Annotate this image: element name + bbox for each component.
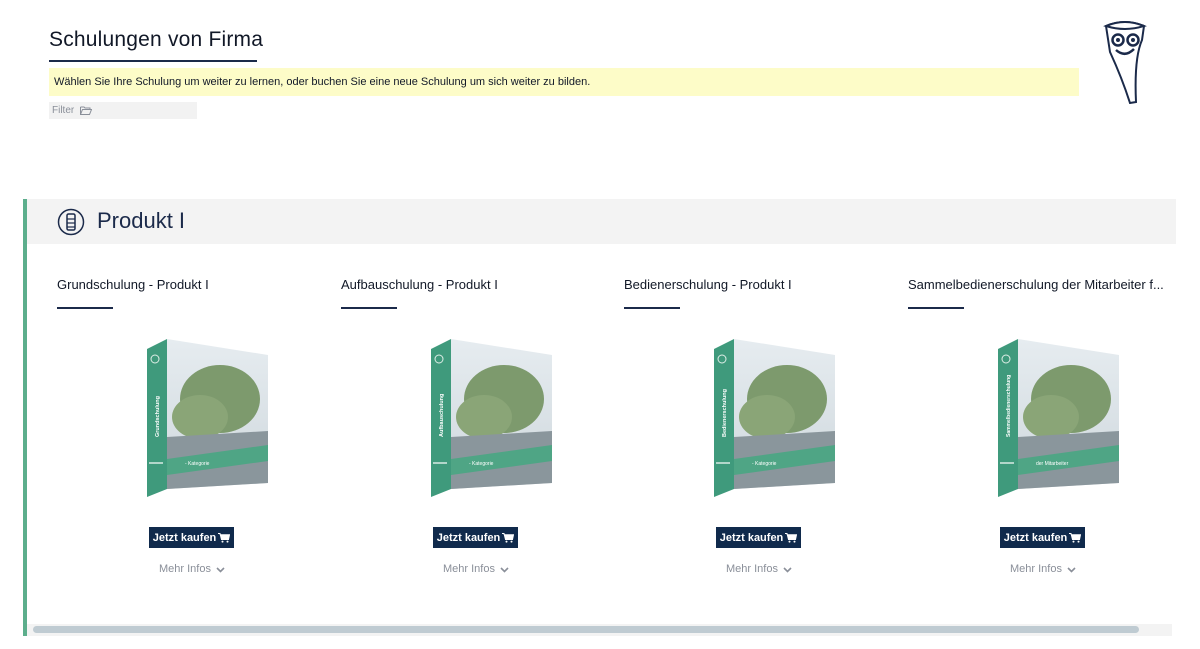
more-info-label: Mehr Infos [442, 563, 495, 575]
course-title-underline [624, 307, 680, 309]
course-box-image[interactable]: Aufbauschulung - Kategorie [429, 337, 554, 499]
info-banner: Wählen Sie Ihre Schulung um weiter zu le… [49, 68, 1079, 96]
course-box-image[interactable]: Sammelbedienerschulung der Mitarbeiter [996, 337, 1121, 499]
filter-button[interactable]: Filter [49, 102, 197, 119]
course-card: Bedienerschulung - Produkt I Bedienersch… [624, 277, 894, 597]
course-title[interactable]: Grundschulung - Produkt I [57, 277, 327, 292]
course-box-band: - Kategorie [752, 461, 777, 467]
course-card: Grundschulung - Produkt I Grundschulung … [57, 277, 327, 597]
more-info-toggle[interactable]: Mehr Infos [624, 563, 894, 575]
buy-button[interactable]: Jetzt kaufen [1000, 527, 1085, 548]
more-info-toggle[interactable]: Mehr Infos [341, 563, 611, 575]
course-title-underline [908, 307, 964, 309]
course-box-band: - Kategorie [185, 461, 210, 467]
course-box-image[interactable]: Bedienerschulung - Kategorie [712, 337, 837, 499]
course-box-band: der Mitarbeiter [1036, 461, 1069, 467]
section-title: Produkt I [97, 208, 186, 233]
more-info-label: Mehr Infos [1009, 563, 1062, 575]
shopping-cart-icon [1069, 532, 1082, 543]
folder-open-icon [80, 106, 93, 115]
buy-button-label: Jetzt kaufen [719, 531, 784, 544]
scrollbar-thumb[interactable] [33, 626, 1139, 633]
course-title[interactable]: Sammelbedienerschulung der Mitarbeiter f… [908, 277, 1178, 292]
chevron-down-icon [500, 567, 509, 573]
buy-button-label: Jetzt kaufen [1003, 531, 1068, 544]
chevron-down-icon [216, 567, 225, 573]
more-info-label: Mehr Infos [158, 563, 211, 575]
section-header: Produkt I [27, 199, 1176, 244]
more-info-toggle[interactable]: Mehr Infos [908, 563, 1178, 575]
buy-button[interactable]: Jetzt kaufen [433, 527, 518, 548]
product-icon [57, 208, 85, 236]
title-underline [49, 60, 257, 62]
shopping-cart-icon [785, 532, 798, 543]
filter-label: Filter [52, 105, 75, 116]
buy-button[interactable]: Jetzt kaufen [716, 527, 801, 548]
more-info-label: Mehr Infos [725, 563, 778, 575]
mascot-logo [1103, 21, 1147, 104]
chevron-down-icon [1067, 567, 1076, 573]
more-info-toggle[interactable]: Mehr Infos [57, 563, 327, 575]
course-box-band: - Kategorie [469, 461, 494, 467]
course-box-image[interactable]: Grundschulung - Kategorie [145, 337, 270, 499]
shopping-cart-icon [502, 532, 515, 543]
buy-button[interactable]: Jetzt kaufen [149, 527, 234, 548]
page-title: Schulungen von Firma [49, 28, 264, 51]
course-box-label: Aufbauschulung [439, 394, 445, 437]
course-box-label: Grundschulung [155, 396, 161, 437]
course-title[interactable]: Aufbauschulung - Produkt I [341, 277, 611, 292]
course-title-underline [57, 307, 113, 309]
buy-button-label: Jetzt kaufen [152, 531, 217, 544]
course-box-label: Bedienerschulung [722, 389, 728, 437]
course-card: Aufbauschulung - Produkt I Aufbauschulun… [341, 277, 611, 597]
product-section: Produkt I Grundschulung - Produkt I Grun… [23, 199, 1176, 636]
horizontal-scrollbar[interactable] [27, 624, 1172, 636]
buy-button-label: Jetzt kaufen [436, 531, 501, 544]
course-title-underline [341, 307, 397, 309]
course-card: Sammelbedienerschulung der Mitarbeiter f… [908, 277, 1178, 597]
course-title[interactable]: Bedienerschulung - Produkt I [624, 277, 894, 292]
chevron-down-icon [783, 567, 792, 573]
course-box-label: Sammelbedienerschulung [1006, 375, 1012, 437]
shopping-cart-icon [218, 532, 231, 543]
